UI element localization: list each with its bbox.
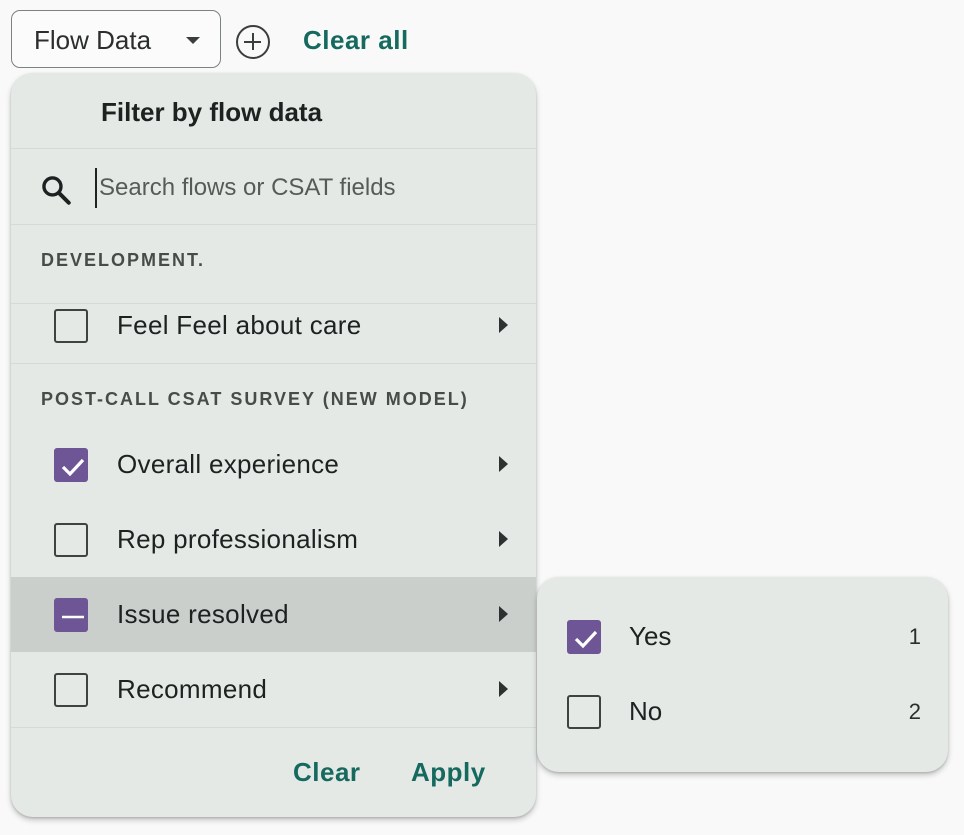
chevron-right-icon — [499, 456, 508, 472]
list-item-issue-resolved[interactable]: Issue resolved — [11, 577, 536, 652]
flow-data-filter-panel: Filter by flow data DEVELOPMENT. Feel Fe… — [11, 73, 536, 817]
checkmark-icon — [574, 630, 598, 649]
chevron-right-icon — [499, 606, 508, 622]
list-item-label: Rep professionalism — [117, 524, 359, 554]
submenu-option-no[interactable]: No 2 — [537, 674, 948, 749]
issue-resolved-submenu: Yes 1 No 2 — [537, 577, 948, 772]
option-label: No — [629, 696, 663, 726]
checkbox[interactable] — [54, 523, 88, 557]
chevron-right-icon — [499, 681, 508, 697]
option-label: Yes — [629, 621, 672, 651]
list-item-label: Overall experience — [117, 449, 340, 479]
divider — [11, 363, 536, 364]
list-item-recommend[interactable]: Recommend — [11, 652, 536, 727]
checkbox[interactable] — [54, 673, 88, 707]
apply-button[interactable]: Apply — [411, 757, 486, 788]
checkbox-checked[interactable] — [567, 620, 601, 654]
list-item-label: Recommend — [117, 674, 268, 704]
section-heading-development: DEVELOPMENT. — [41, 250, 206, 270]
checkmark-icon — [61, 458, 85, 477]
checkbox-indeterminate[interactable] — [54, 598, 88, 632]
flow-data-button-label: Flow Data — [34, 25, 152, 55]
chevron-right-icon — [499, 317, 508, 333]
flow-data-dropdown-button[interactable]: Flow Data — [11, 10, 221, 68]
add-filter-icon[interactable] — [236, 25, 270, 59]
panel-title: Filter by flow data — [101, 97, 323, 127]
list-item-label: Issue resolved — [117, 599, 289, 629]
checkbox[interactable] — [54, 309, 88, 343]
dash-icon — [62, 615, 84, 619]
divider — [11, 224, 536, 225]
caret-down-icon — [186, 37, 200, 44]
checkbox[interactable] — [567, 695, 601, 729]
list-item-overall-experience[interactable]: Overall experience — [11, 427, 536, 502]
search-icon — [42, 176, 71, 205]
list-item-feel-about-care[interactable]: Feel Feel about care — [11, 288, 536, 363]
chevron-right-icon — [499, 531, 508, 547]
submenu-option-yes[interactable]: Yes 1 — [537, 599, 948, 674]
divider — [11, 727, 536, 728]
clear-all-button[interactable]: Clear all — [303, 25, 409, 56]
divider — [11, 148, 536, 149]
option-count: 2 — [908, 699, 921, 724]
list-item-rep-professionalism[interactable]: Rep professionalism — [11, 502, 536, 577]
checkbox-checked[interactable] — [54, 448, 88, 482]
list-item-label: Feel Feel about care — [117, 310, 362, 340]
search-input[interactable] — [95, 168, 515, 208]
clear-button[interactable]: Clear — [293, 757, 361, 788]
section-heading-post-call-csat: POST-CALL CSAT SURVEY (NEW MODEL) — [41, 389, 469, 409]
option-count: 1 — [908, 624, 921, 649]
filter-toolbar: Flow Data Clear all — [0, 0, 964, 80]
